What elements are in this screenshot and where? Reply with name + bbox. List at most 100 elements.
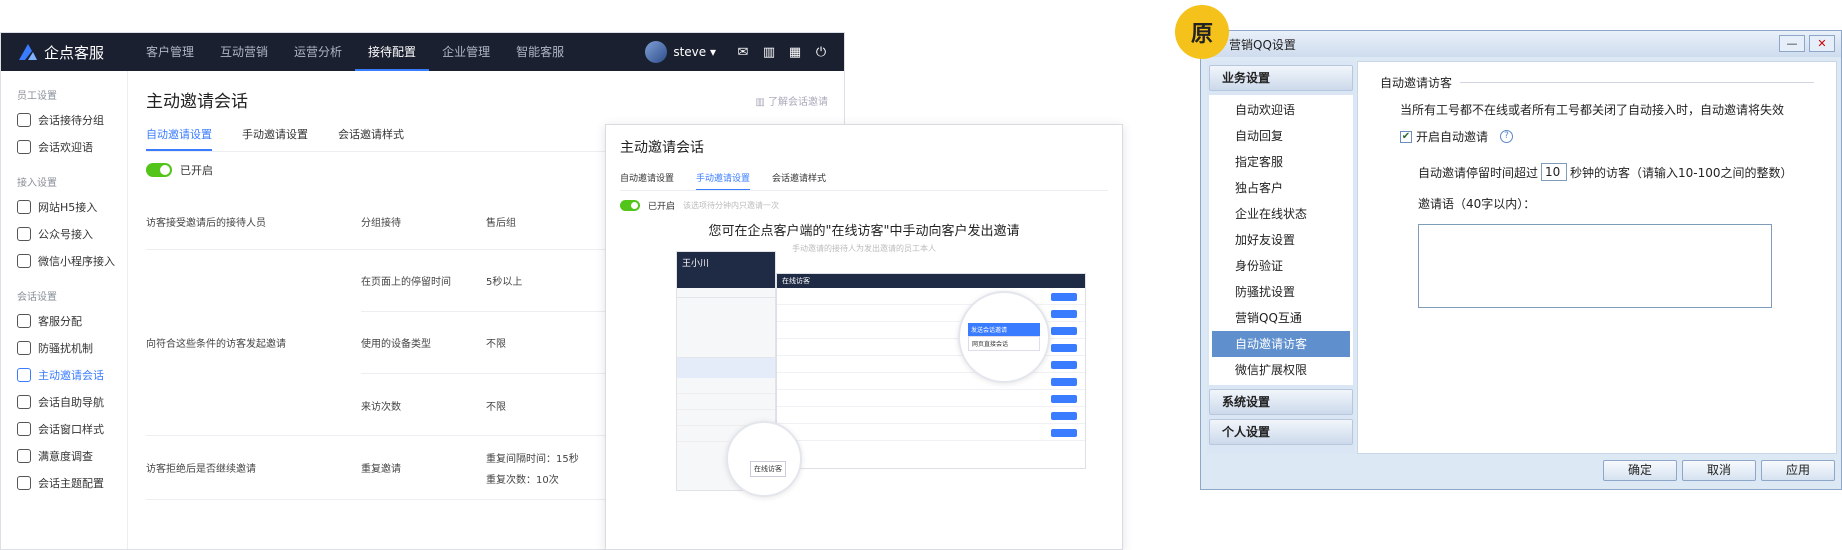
sidebar-item-self-nav[interactable]: 会话自助导航 [1, 388, 127, 415]
section-header: 自动邀请访客 [1380, 74, 1814, 91]
welcome-icon [17, 139, 31, 154]
nav-enterprise[interactable]: 企业管理 [429, 33, 503, 71]
repeat-count: 重复次数：10次 [486, 474, 559, 486]
online-visitor-button[interactable]: 在线访客 [750, 461, 786, 477]
group-business-settings[interactable]: 业务设置 [1209, 65, 1353, 91]
nav-anti-harass[interactable]: 防骚扰设置 [1209, 279, 1353, 305]
overlay-switch[interactable] [620, 200, 640, 211]
magnifier-invite-menu: 发送会话邀请 网页直接会话 [958, 291, 1050, 383]
sidebar-item-anti-harass[interactable]: 防骚扰机制 [1, 334, 127, 361]
avatar[interactable] [645, 41, 668, 63]
nav-auto-invite[interactable]: 自动邀请访客 [1212, 331, 1350, 357]
sidebar-item-official-account[interactable]: 公众号接入 [1, 220, 127, 247]
book-icon: ▥ [755, 97, 768, 108]
user-menu[interactable]: steve ▾ [673, 45, 716, 59]
description: 当所有工号都不在线或者所有工号都关闭了自动接入时，自动邀请将失效 [1400, 103, 1785, 117]
dialog-nav: 业务设置 自动欢迎语 自动回复 指定客服 独占客户 企业在线状态 加好友设置 身… [1207, 61, 1355, 454]
group-personal-settings[interactable]: 个人设置 [1209, 419, 1353, 445]
invite-button[interactable] [1051, 395, 1077, 403]
sidebar-item-h5[interactable]: 网站H5接入 [1, 193, 127, 220]
client-tabs [677, 288, 775, 298]
nav-qq-interop[interactable]: 营销QQ互通 [1209, 305, 1353, 331]
invite-button[interactable] [1051, 344, 1077, 352]
topic-icon [17, 475, 31, 490]
learn-link-label: 了解会话邀请 [768, 97, 828, 108]
nav-online-status[interactable]: 企业在线状态 [1209, 201, 1353, 227]
magnifier-online-visitor: 在线访客 [726, 421, 802, 497]
nav-smart-service[interactable]: 智能客服 [503, 33, 577, 71]
popup-send-invite[interactable]: 发送会话邀请 [968, 323, 1040, 336]
tab-auto-invite[interactable]: 自动邀请设置 [146, 126, 212, 151]
page-title: 主动邀请会话 [146, 92, 248, 112]
sidebar-item-label: 防骚扰机制 [38, 341, 93, 355]
invite-button[interactable] [1051, 310, 1077, 318]
client-screenshot: 王小川 在线访客 发送会话邀请 网页直接会话 在线访客 [676, 251, 1086, 497]
overlay-title: 主动邀请会话 [620, 140, 704, 156]
invite-button[interactable] [1051, 412, 1077, 420]
sidebar-item-label: 会话欢迎语 [38, 140, 93, 154]
sidebar-item-label: 网站H5接入 [38, 200, 98, 214]
sidebar-item-window-style[interactable]: 会话窗口样式 [1, 415, 127, 442]
invite-button[interactable] [1051, 327, 1077, 335]
popup-direct-chat[interactable]: 网页直接会话 [968, 336, 1040, 351]
invite-message-textarea[interactable] [1418, 224, 1772, 308]
learn-link[interactable]: ▥ 了解会话邀请 [755, 93, 828, 108]
sidebar-item-topic[interactable]: 会话主题配置 [1, 469, 127, 496]
sidebar-item-label: 微信小程序接入 [38, 254, 115, 268]
client-contact-row [677, 394, 775, 410]
timeout-input[interactable]: 10 [1541, 163, 1568, 181]
nav-customers[interactable]: 客户管理 [133, 33, 207, 71]
tab-manual-invite[interactable]: 手动邀请设置 [242, 126, 308, 151]
repeat-interval: 重复间隔时间：15秒 [486, 453, 579, 465]
sidebar-item-welcome[interactable]: 会话欢迎语 [1, 133, 127, 160]
invite-button[interactable] [1051, 293, 1077, 301]
sidebar-item-label: 满意度调查 [38, 449, 93, 463]
nav-add-friend[interactable]: 加好友设置 [1209, 227, 1353, 253]
sidebar-item-label: 会话窗口样式 [38, 422, 104, 436]
tab-invite-style[interactable]: 会话邀请样式 [338, 126, 404, 151]
mail-icon[interactable]: ✉ [730, 45, 756, 60]
help-icon[interactable]: ? [1500, 130, 1514, 143]
nav-assign-agent[interactable]: 指定客服 [1209, 149, 1353, 175]
nav-marketing[interactable]: 互动营销 [207, 33, 281, 71]
sidebar-group-session: 会话设置 [17, 292, 57, 303]
apply-button[interactable]: 应用 [1761, 459, 1835, 481]
logout-icon[interactable]: ⏻ [808, 45, 834, 60]
sidebar-item-assignment[interactable]: 客服分配 [1, 307, 127, 334]
sidebar-item-invite[interactable]: 主动邀请会话 [1, 361, 127, 388]
tab-invite-style[interactable]: 会话邀请样式 [772, 171, 826, 190]
brand-mark-icon [19, 44, 37, 60]
ok-button[interactable]: 确定 [1603, 459, 1677, 481]
nav-wechat-permissions[interactable]: 微信扩展权限 [1209, 357, 1353, 383]
nav-reception-config[interactable]: 接待配置 [355, 33, 430, 71]
nav-auto-reply[interactable]: 自动回复 [1209, 123, 1353, 149]
brand-logo[interactable]: 企点客服 [1, 42, 133, 63]
sidebar-group-access: 接入设置 [17, 178, 57, 189]
cancel-button[interactable]: 取消 [1682, 459, 1756, 481]
row-field: 分组接待 [361, 218, 401, 229]
minimize-icon[interactable]: — [1779, 35, 1805, 52]
nav-auto-welcome[interactable]: 自动欢迎语 [1209, 97, 1353, 123]
close-icon[interactable]: ✕ [1809, 35, 1835, 52]
survey-icon [17, 448, 31, 463]
sidebar-item-mini-program[interactable]: 微信小程序接入 [1, 247, 127, 274]
row-field: 使用的设备类型 [361, 339, 431, 350]
dialog-footer: 确定 取消 应用 [1207, 457, 1835, 483]
invite-button[interactable] [1051, 361, 1077, 369]
nav-exclusive-customer[interactable]: 独占客户 [1209, 175, 1353, 201]
sidebar-item-reception-groups[interactable]: 会话接待分组 [1, 106, 127, 133]
book-icon[interactable]: ▥ [756, 45, 782, 60]
nav-identity-verify[interactable]: 身份验证 [1209, 253, 1353, 279]
invite-button[interactable] [1051, 429, 1077, 437]
invite-button[interactable] [1051, 378, 1077, 386]
apps-icon[interactable]: ▦ [782, 45, 808, 60]
tab-manual-invite[interactable]: 手动邀请设置 [696, 171, 751, 190]
group-system-settings[interactable]: 系统设置 [1209, 389, 1353, 415]
brand-name: 企点客服 [44, 43, 105, 62]
nav-analytics[interactable]: 运营分析 [281, 33, 355, 71]
enable-switch[interactable] [146, 163, 172, 177]
sidebar-item-survey[interactable]: 满意度调查 [1, 442, 127, 469]
enable-auto-invite-checkbox[interactable]: ✔ [1400, 130, 1412, 143]
visitor-row [777, 407, 1085, 424]
tab-auto-invite[interactable]: 自动邀请设置 [620, 171, 674, 190]
